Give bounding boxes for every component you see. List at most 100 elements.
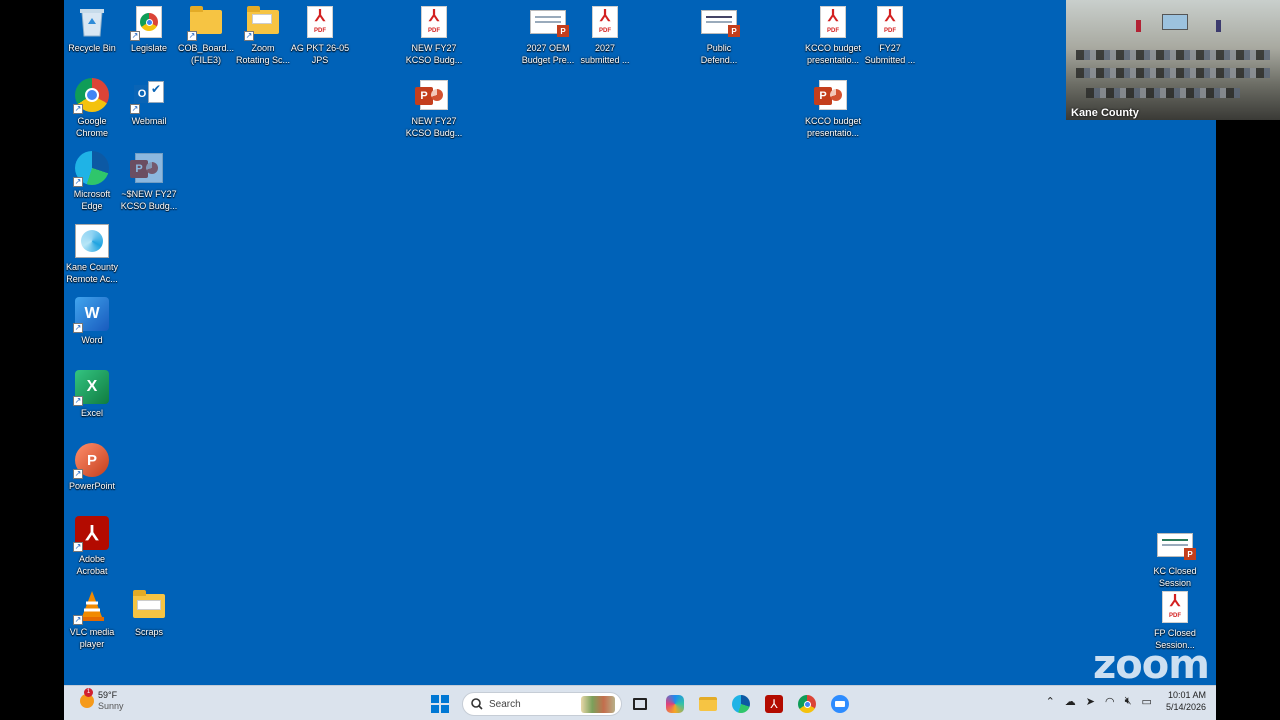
desktop-icon-legislate[interactable]: ↗ Legislate <box>120 4 178 54</box>
desktop-icon-adobe-acrobat[interactable]: ⅄ ↗ Adobe Acrobat <box>64 515 121 577</box>
chrome-icon <box>798 695 816 713</box>
icon-label: KCCO budget presentatio... <box>804 43 862 65</box>
cloud-sync-off-icon[interactable]: ☁ <box>1065 695 1076 708</box>
edge-icon: ↗ <box>73 150 110 187</box>
desktop-icon-kc-closed-session[interactable]: P KC Closed Session <box>1146 527 1204 589</box>
desktop-icon-ag-pkt[interactable]: ⅄ PDF AG PKT 26-05 JPS <box>291 4 349 66</box>
icon-label: PowerPoint <box>68 481 116 491</box>
taskbar-edge[interactable] <box>730 693 752 715</box>
desktop-icon-new-fy27-pptx[interactable]: P NEW FY27 KCSO Budg... <box>405 77 463 139</box>
edge-icon <box>732 695 750 713</box>
taskbar-file-explorer[interactable] <box>697 693 719 715</box>
taskbar-chrome[interactable] <box>796 693 818 715</box>
windows-icon <box>431 695 449 713</box>
weather-alert-badge: 1 <box>84 688 93 697</box>
taskbar-copilot[interactable] <box>664 693 686 715</box>
zoom-watermark-logo: zoom <box>1093 642 1210 688</box>
location-icon[interactable]: ➤ <box>1086 695 1095 708</box>
icon-label: 2027 submitted ... <box>580 43 630 65</box>
chevron-up-icon[interactable]: ⌃ <box>1046 695 1055 708</box>
desktop-icon-zoom-rotating[interactable]: ↗ Zoom Rotating Sc... <box>234 4 292 66</box>
meeting-attendees-row <box>1086 88 1240 98</box>
icon-label: Kane County Remote Ac... <box>65 262 119 284</box>
desktop-icon-2027-submitted[interactable]: ⅄ PDF 2027 submitted ... <box>576 4 634 66</box>
desktop-icon-excel[interactable]: X ↗ Excel <box>64 369 121 419</box>
meeting-attendees-row <box>1076 50 1270 60</box>
ppt-thumbnail-icon: P <box>701 4 740 40</box>
ppt-thumbnail-icon: P <box>530 4 569 40</box>
desktop-icon-scraps[interactable]: Scraps <box>120 588 178 638</box>
zoom-video-thumbnail[interactable]: Kane County <box>1066 0 1280 120</box>
task-view-button[interactable] <box>629 693 651 715</box>
zoom-participant-name: Kane County <box>1071 107 1139 119</box>
desktop-icon-new-fy27-pdf[interactable]: ⅄ PDF NEW FY27 KCSO Budg... <box>405 4 463 66</box>
clock-time: 10:01 AM <box>1167 690 1206 700</box>
acrobat-icon: ⅄ <box>765 695 783 713</box>
speaker-muted-icon[interactable]: 🔇︎ <box>1125 695 1132 708</box>
icon-label: 2027 OEM Budget Pre... <box>521 43 575 65</box>
recycle-bin-icon <box>74 4 110 40</box>
icon-label: AG PKT 26-05 JPS <box>290 43 350 65</box>
vlc-icon: ↗ <box>73 588 110 625</box>
powerpoint-file-icon: P <box>814 77 851 113</box>
icon-label: Excel <box>80 408 103 418</box>
desktop-icon-webmail[interactable]: O ✔ ↗ Webmail <box>120 77 178 127</box>
folder-icon: ↗ <box>244 4 281 41</box>
weather-widget[interactable]: 1 59°F Sunny <box>80 688 124 712</box>
icon-label: Webmail <box>131 116 167 126</box>
start-button[interactable] <box>429 693 451 715</box>
desktop-icon-kane-county-remote[interactable]: Kane County Remote Ac... <box>64 223 121 285</box>
icon-label: Adobe Acrobat <box>76 554 108 576</box>
taskbar-zoom[interactable] <box>829 693 851 715</box>
taskbar: 1 59°F Sunny Search ⅄ ⌃ ☁ ➤ ◠ 🔇︎ ▭ 10:01… <box>64 685 1216 720</box>
icon-label: FY27 Submitted ... <box>864 43 916 65</box>
desktop-icon-kcco-budget-pdf[interactable]: ⅄ PDF KCCO budget presentatio... <box>804 4 862 66</box>
powerpoint-file-icon: P <box>415 77 452 113</box>
task-view-icon <box>633 698 647 710</box>
zoom-icon <box>831 695 849 713</box>
desktop-icon-cob-board[interactable]: ↗ COB_Board... (FILE3) <box>177 4 235 66</box>
desktop-icon-2027-oem[interactable]: P 2027 OEM Budget Pre... <box>519 4 577 66</box>
acrobat-icon: ⅄ ↗ <box>73 515 110 552</box>
desktop-icon-powerpoint[interactable]: P ↗ PowerPoint <box>64 442 121 492</box>
desktop-icon-google-chrome[interactable]: ↗ Google Chrome <box>64 77 121 139</box>
folder-icon: ↗ <box>187 4 224 41</box>
icon-label: Microsoft Edge <box>73 189 111 211</box>
desktop-icon-public-defender[interactable]: P Public Defend... <box>690 4 748 66</box>
pdf-icon: ⅄ PDF <box>302 4 338 40</box>
icon-label: Word <box>81 335 103 345</box>
copilot-icon <box>666 695 684 713</box>
battery-icon[interactable]: ▭ <box>1142 695 1152 708</box>
icon-label: COB_Board... (FILE3) <box>177 43 235 65</box>
pdf-icon: ⅄ PDF <box>416 4 452 40</box>
desktop-icon-recycle-bin[interactable]: Recycle Bin <box>64 4 121 54</box>
icon-label: Legislate <box>130 43 168 53</box>
chrome-shortcut-icon: ↗ <box>130 4 167 41</box>
clock[interactable]: 10:01 AM 5/14/2026 <box>1166 689 1206 713</box>
icon-label: Google Chrome <box>75 116 108 138</box>
desktop-icon-word[interactable]: W ↗ Word <box>64 296 121 346</box>
flag-icon <box>1136 20 1141 32</box>
word-icon: W ↗ <box>73 296 110 333</box>
desktop-icon-fy27-submitted[interactable]: ⅄ PDF FY27 Submitted ... <box>861 4 919 66</box>
search-icon <box>471 698 483 710</box>
excel-icon: X ↗ <box>73 369 110 406</box>
meeting-attendees-row <box>1076 68 1270 78</box>
taskbar-acrobat[interactable]: ⅄ <box>763 693 785 715</box>
icon-label: Public Defend... <box>700 43 738 65</box>
chrome-icon: ↗ <box>73 77 110 114</box>
desktop-icon-microsoft-edge[interactable]: ↗ Microsoft Edge <box>64 150 121 212</box>
desktop-icon-vlc[interactable]: ↗ VLC media player <box>64 588 121 650</box>
taskbar-search[interactable]: Search <box>462 692 622 716</box>
weather-condition: Sunny <box>98 701 124 711</box>
wifi-icon[interactable]: ◠ <box>1105 695 1115 708</box>
icon-label: KC Closed Session <box>1153 566 1197 588</box>
powerpoint-icon: P ↗ <box>73 442 110 479</box>
desktop-icon-temp-pptx[interactable]: P ~$NEW FY27 KCSO Budg... <box>120 150 178 212</box>
clock-date: 5/14/2026 <box>1165 702 1206 712</box>
search-highlight-image <box>581 696 615 713</box>
icon-label: VLC media player <box>69 627 115 649</box>
sun-icon: 1 <box>80 688 94 708</box>
pdf-icon: ⅄ PDF <box>1157 589 1193 625</box>
desktop-icon-kcco-budget-pptx[interactable]: P KCCO budget presentatio... <box>804 77 862 139</box>
